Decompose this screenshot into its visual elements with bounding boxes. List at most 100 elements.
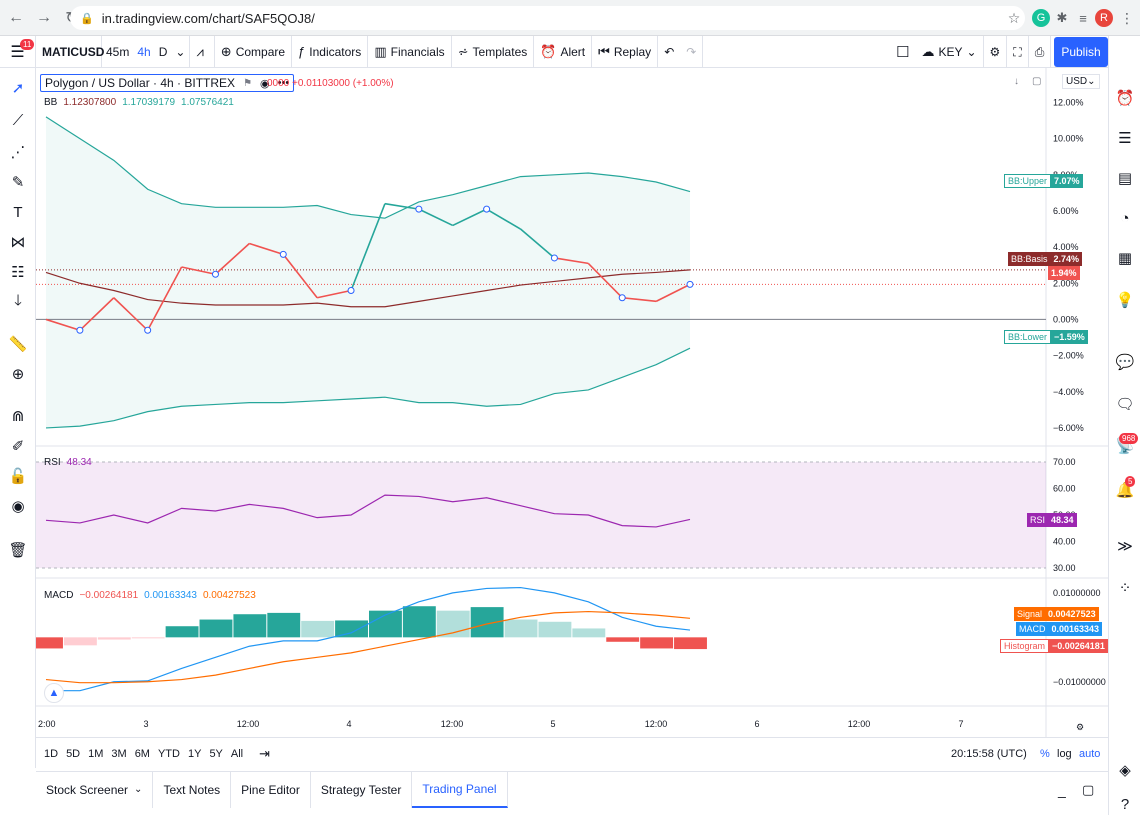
address-bar[interactable]: 🔒 in.tradingview.com/chart/SAF5QOJ8/ — [70, 6, 1025, 30]
maximize-panel-icon[interactable]: ▢ — [1082, 782, 1094, 798]
brush-icon[interactable]: ✎ — [6, 170, 30, 194]
data-window-icon[interactable]: ▤ — [1113, 166, 1137, 190]
lightbulb-icon[interactable]: 💡 — [1113, 288, 1137, 312]
message-icon[interactable]: 🗨 — [1113, 392, 1137, 416]
templates-button[interactable]: ⩫ Templates — [452, 35, 535, 68]
symbol-legend[interactable]: Polygon / US Dollar · 4h · BITTREX ⚑ ◉ •… — [40, 74, 295, 92]
trend-line-icon[interactable]: ⟋ — [6, 108, 30, 132]
lock-drawings-icon[interactable]: ✐ — [6, 434, 30, 458]
dots-grid-icon[interactable]: ⁘ — [1113, 576, 1137, 600]
calendar-icon[interactable]: ▦ — [1113, 246, 1137, 270]
fib-icon[interactable]: ⋰ — [6, 140, 30, 164]
time-axis-label: 6 — [754, 719, 759, 729]
range-1d[interactable]: 1D — [44, 748, 58, 760]
eye-icon[interactable]: ◉ — [6, 494, 30, 518]
bb-legend[interactable]: BB 1.12307800 1.17039179 1.07576421 — [44, 97, 234, 108]
watchlist-icon[interactable]: ☰ — [1113, 126, 1137, 150]
redo-button[interactable]: ↷ — [680, 35, 704, 68]
currency-select[interactable]: USD⌄ — [1062, 74, 1100, 89]
main-menu-button[interactable]: ☰ 11 — [0, 35, 36, 68]
range-5d[interactable]: 5D — [66, 748, 80, 760]
forward-icon[interactable]: → — [32, 6, 56, 30]
rsi-axis-label: 70.00 — [1053, 457, 1076, 467]
auto-toggle[interactable]: auto — [1079, 748, 1100, 760]
range-ytd[interactable]: YTD — [158, 748, 180, 760]
cursor-icon[interactable]: ➚ — [6, 76, 30, 100]
menu-icon[interactable]: ⋮ — [1118, 9, 1136, 27]
tab-text-notes[interactable]: Text Notes — [153, 771, 232, 808]
extensions-icon[interactable]: ✱ — [1053, 9, 1071, 27]
hotlist-icon[interactable]: ◔ — [1113, 206, 1137, 230]
layout-select[interactable]: ☁ KEY ⌄ — [915, 36, 984, 68]
histogram-bar — [504, 619, 538, 638]
undo-icon: ↶ — [664, 44, 675, 59]
interval-dropdown[interactable]: ⌄ — [171, 35, 191, 68]
range-1y[interactable]: 1Y — [188, 748, 201, 760]
trash-icon[interactable]: 🗑 — [6, 538, 30, 562]
browser-bar: ← → ↻ 🔒 in.tradingview.com/chart/SAF5QOJ… — [0, 0, 1140, 36]
replay-button[interactable]: ⏮ Replay — [592, 35, 659, 68]
macd-value-macd: 0.00163343 — [144, 590, 197, 601]
fullscreen-button[interactable]: ⛶ — [1007, 36, 1029, 68]
arrow-down-icon[interactable]: 🡓 — [6, 290, 30, 314]
flag-icon[interactable]: ⚑ — [243, 78, 252, 89]
back-icon[interactable]: ← — [4, 6, 28, 30]
fullscreen-checkbox[interactable]: ☐ — [890, 36, 915, 68]
tradingview-logo-icon[interactable]: ▲ — [44, 683, 64, 703]
compare-button[interactable]: ⊕ Compare — [215, 35, 293, 68]
range-all[interactable]: All — [231, 748, 243, 760]
range-6m[interactable]: 6M — [135, 748, 150, 760]
percent-toggle[interactable]: % — [1040, 748, 1050, 760]
alarm-clock-icon[interactable]: ⏰ — [1113, 86, 1137, 110]
indicators-button[interactable]: ƒ Indicators — [292, 35, 369, 68]
ruler-icon[interactable]: 📏 — [6, 332, 30, 356]
unlock-icon[interactable]: 🔓 — [6, 464, 30, 488]
layers-icon[interactable]: ◈ — [1113, 758, 1137, 782]
range-3m[interactable]: 3M — [111, 748, 126, 760]
grammarly-icon[interactable]: G — [1032, 9, 1050, 27]
range-5y[interactable]: 5Y — [209, 748, 222, 760]
collapse-arrow-icon[interactable]: ↓ — [1014, 76, 1019, 87]
pattern-icon[interactable]: ⋈ — [6, 230, 30, 254]
snapshot-button[interactable]: ⎙ — [1029, 36, 1052, 68]
interval-d-button[interactable]: D — [155, 36, 172, 68]
alert-button[interactable]: ⏰ Alert — [534, 35, 593, 68]
log-toggle[interactable]: log — [1057, 748, 1072, 760]
interval-4h-button[interactable]: 4h — [133, 36, 154, 68]
minimize-icon[interactable]: _ — [1058, 782, 1066, 798]
tab-strategy-tester[interactable]: Strategy Tester — [311, 771, 413, 808]
prediction-icon[interactable]: ☷ — [6, 260, 30, 284]
magnet-icon[interactable]: ⋒ — [6, 404, 30, 428]
goto-date-icon[interactable]: ⇥ — [259, 746, 270, 762]
financials-button[interactable]: ▥ Financials — [368, 35, 452, 68]
publish-button[interactable]: Publish — [1054, 37, 1108, 67]
tab-stock-screener[interactable]: Stock Screener ⌄ — [36, 771, 154, 808]
chat-icon[interactable]: 💬 — [1113, 350, 1137, 374]
utc-clock[interactable]: 20:15:58 (UTC) — [951, 748, 1027, 760]
undo-button[interactable]: ↶ — [658, 36, 680, 68]
range-1m[interactable]: 1M — [88, 748, 103, 760]
interval-45m-button[interactable]: 45m — [102, 36, 133, 68]
tab-trading-panel[interactable]: Trading Panel — [412, 771, 508, 808]
zoom-icon[interactable]: ⊕ — [6, 362, 30, 386]
tab-pine-editor[interactable]: Pine Editor — [231, 771, 311, 808]
maximize-icon[interactable]: ▢ — [1032, 76, 1041, 87]
right-sidebar: ⏰ ☰ ▤ ◔ ▦ 💡 💬 🗨 📡 968 🔔 5 ≫ ⁘ ◈ ? — [1108, 36, 1140, 815]
chevrons-icon[interactable]: ≫ — [1113, 534, 1137, 558]
histogram-bar — [674, 637, 707, 650]
gear-icon: ⚙ — [989, 45, 1001, 59]
price-axis-label: 6.00% — [1053, 206, 1079, 216]
reading-list-icon[interactable]: ≡ — [1074, 9, 1092, 27]
help-icon[interactable]: ? — [1113, 792, 1137, 816]
templates-label: Templates — [472, 44, 528, 59]
avatar[interactable]: R — [1095, 9, 1113, 27]
symbol-search-button[interactable]: MATICUSD — [36, 35, 104, 68]
chart-type-button[interactable]: ⩘ — [190, 35, 215, 68]
text-icon[interactable]: T — [6, 200, 30, 224]
rsi-legend[interactable]: RSI 48.34 — [44, 457, 92, 468]
chart-settings-gear-icon[interactable]: ⚙ — [1076, 722, 1084, 732]
macd-legend[interactable]: MACD −0.00264181 0.00163343 0.00427523 — [44, 590, 256, 601]
star-icon[interactable]: ☆ — [1005, 9, 1023, 27]
settings-button[interactable]: ⚙ — [984, 36, 1008, 68]
chart-canvas[interactable]: 12.00%10.00%8.00%6.00%4.00%2.00%0.00%−2.… — [36, 68, 1108, 737]
